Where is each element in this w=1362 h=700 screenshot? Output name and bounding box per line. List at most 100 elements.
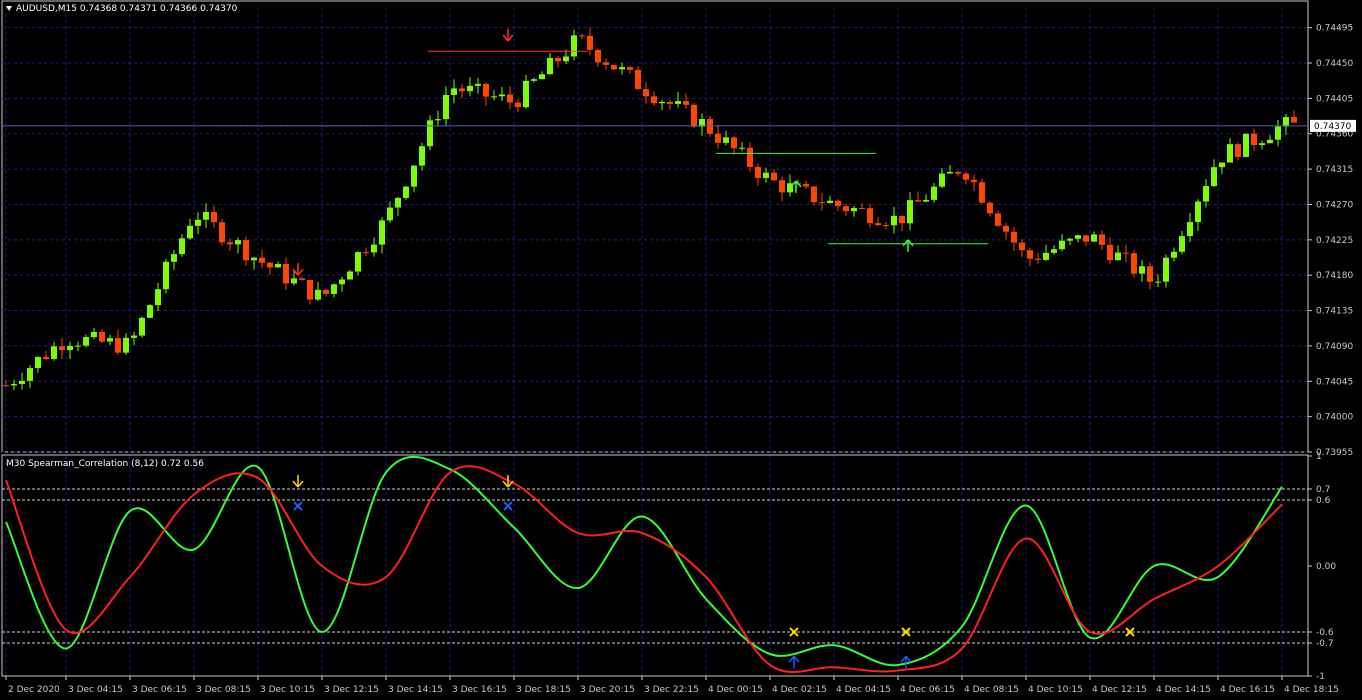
indicator-tick-label: -1 — [1316, 672, 1325, 682]
bear-candle — [611, 64, 617, 70]
current-price-label: 0.74370 — [1314, 122, 1351, 132]
indicator-tick-label: 0.7 — [1316, 485, 1330, 495]
bull-candle — [659, 101, 665, 104]
bull-candle — [179, 238, 185, 255]
bull-candle — [139, 317, 145, 336]
bull-candle — [1155, 281, 1161, 283]
blue-cross-icon — [293, 501, 303, 511]
time-tick-label: 3 Dec 08:15 — [196, 685, 251, 695]
time-tick-label: 4 Dec 14:15 — [1156, 685, 1211, 695]
bull-candle — [27, 368, 33, 381]
bear-candle — [1099, 234, 1105, 245]
bear-candle — [1019, 242, 1025, 251]
bull-candle — [83, 337, 89, 346]
bull-candle — [1059, 240, 1065, 250]
bear-candle — [267, 262, 273, 268]
bull-candle — [11, 383, 17, 386]
bull-candle — [467, 85, 473, 92]
bull-candle — [1067, 238, 1073, 241]
bull-candle — [35, 356, 41, 369]
bull-candle — [907, 200, 913, 224]
bull-candle — [1203, 185, 1209, 202]
spearman-fast-line — [5, 455, 1283, 667]
bull-candle — [1091, 234, 1097, 242]
bull-candle — [539, 74, 545, 80]
menu-triangle-icon[interactable] — [6, 6, 12, 11]
bull-candle — [91, 331, 97, 338]
bull-candle — [1267, 139, 1273, 144]
bear-candle — [683, 101, 689, 105]
bull-candle — [411, 165, 417, 187]
price-chart[interactable]: 0.744950.744500.744050.743600.743150.742… — [0, 0, 1362, 700]
bear-candle — [3, 385, 9, 387]
bear-candle — [459, 88, 465, 92]
time-tick-label: 3 Dec 14:15 — [388, 685, 443, 695]
bull-candle — [531, 79, 537, 81]
time-tick-label: 2 Dec 2020 — [8, 685, 60, 695]
bear-candle — [1123, 252, 1129, 254]
bull-candle — [491, 96, 497, 98]
bear-candle — [979, 182, 985, 203]
time-tick-label: 3 Dec 10:15 — [260, 685, 315, 695]
price-tick-label: 0.74315 — [1316, 165, 1353, 175]
bull-candle — [435, 119, 441, 121]
bull-candle — [275, 263, 281, 268]
bull-candle — [523, 80, 529, 108]
symbol-header: AUDUSD,M15 0.74368 0.74371 0.74366 0.743… — [6, 4, 237, 14]
bull-candle — [675, 101, 681, 104]
bull-candle — [251, 257, 257, 261]
bear-candle — [1035, 258, 1041, 260]
price-tick-label: 0.74270 — [1316, 200, 1353, 210]
bull-candle — [619, 67, 625, 70]
bear-candle — [483, 83, 489, 97]
bear-candle — [1291, 117, 1297, 123]
bull-candle — [547, 57, 553, 75]
bear-candle — [1083, 235, 1089, 242]
price-tick-label: 0.74405 — [1316, 94, 1353, 104]
bear-candle — [587, 35, 593, 50]
bull-candle — [379, 220, 385, 245]
bear-candle — [299, 278, 305, 280]
bear-candle — [243, 240, 249, 261]
time-tick-label: 3 Dec 06:15 — [132, 685, 187, 695]
bull-candle — [291, 278, 297, 284]
bull-candle — [451, 88, 457, 95]
indicator-tick-label: 0.00 — [1316, 562, 1336, 572]
bull-candle — [355, 252, 361, 272]
bear-candle — [1131, 253, 1137, 274]
time-tick-label: 3 Dec 20:15 — [580, 685, 635, 695]
bear-candle — [843, 206, 849, 212]
bull-candle — [67, 345, 73, 351]
yellow-cross-icon — [789, 627, 799, 637]
time-tick-label: 3 Dec 04:15 — [68, 685, 123, 695]
bear-candle — [99, 331, 105, 342]
bear-candle — [651, 96, 657, 104]
indicator-tick-label: 0.6 — [1316, 496, 1331, 506]
time-tick-label: 4 Dec 04:15 — [836, 685, 891, 695]
indicator-tick-label: -0.7 — [1316, 639, 1334, 649]
bear-candle — [819, 202, 825, 204]
bear-candle — [219, 222, 225, 243]
bull-candle — [51, 346, 57, 359]
bear-candle — [667, 101, 673, 104]
symbol-header-text: AUDUSD,M15 0.74368 0.74371 0.74366 0.743… — [16, 4, 238, 14]
indicator-header: M30 Spearman_Correlation (8,12) 0.72 0.5… — [6, 459, 204, 469]
bear-candle — [1003, 225, 1009, 232]
buy-arrow-icon — [902, 239, 914, 252]
bear-candle — [635, 69, 641, 90]
time-tick-label: 4 Dec 16:15 — [1220, 685, 1275, 695]
bear-candle — [1011, 231, 1017, 243]
time-tick-label: 4 Dec 12:15 — [1092, 685, 1147, 695]
bear-candle — [987, 202, 993, 214]
bull-candle — [931, 186, 937, 200]
price-tick-label: 0.74090 — [1316, 342, 1353, 352]
sell-arrow-icon — [502, 29, 514, 42]
bull-candle — [171, 254, 177, 262]
bull-candle — [763, 172, 769, 178]
bear-candle — [755, 166, 761, 178]
bull-candle — [203, 211, 209, 220]
bull-candle — [1051, 249, 1057, 253]
bear-candle — [595, 49, 601, 63]
bear-candle — [811, 186, 817, 203]
bear-candle — [915, 200, 921, 202]
